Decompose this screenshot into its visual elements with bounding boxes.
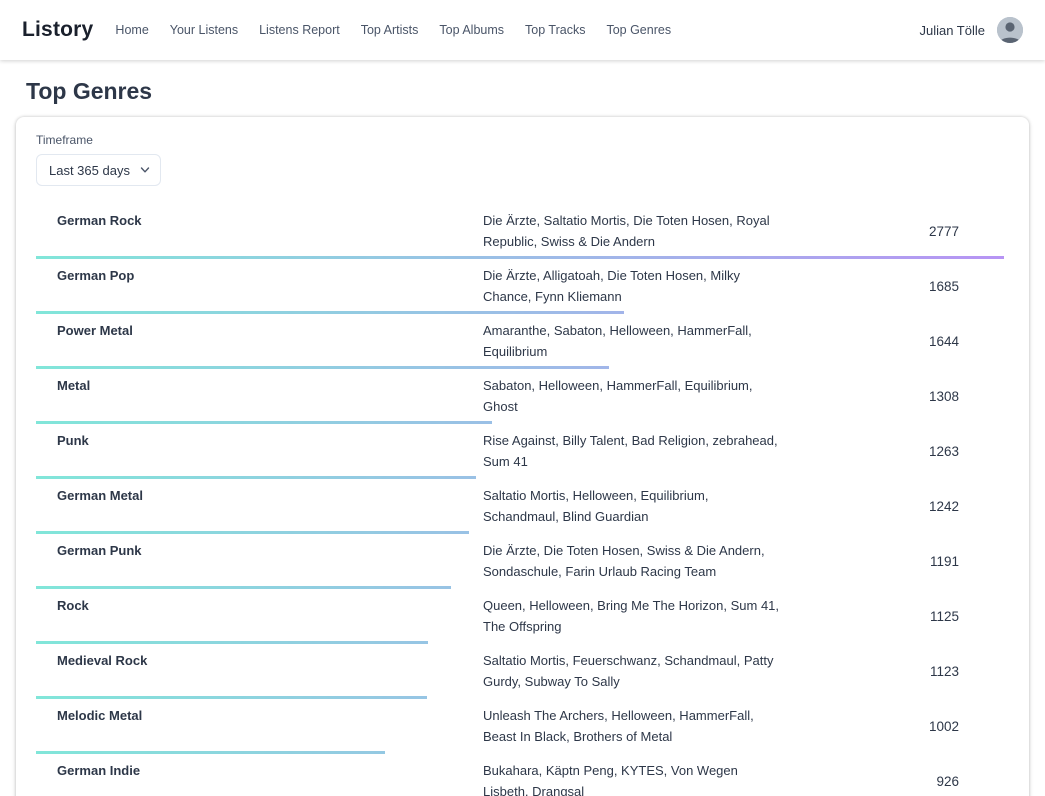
nav-link-your-listens[interactable]: Your Listens bbox=[170, 23, 238, 37]
nav-link-listens-report[interactable]: Listens Report bbox=[259, 23, 340, 37]
genre-row: Medieval Rock Saltatio Mortis, Feuerschw… bbox=[16, 644, 1029, 699]
genre-count: 1123 bbox=[930, 664, 1029, 679]
genre-row: German Indie Bukahara, Käptn Peng, KYTES… bbox=[16, 754, 1029, 796]
genre-count: 1263 bbox=[929, 444, 1029, 459]
genre-count: 1191 bbox=[930, 554, 1029, 569]
user-menu: Julian Tölle bbox=[919, 17, 1023, 43]
nav-link-top-artists[interactable]: Top Artists bbox=[361, 23, 419, 37]
genre-row: German Punk Die Ärzte, Die Toten Hosen, … bbox=[16, 534, 1029, 589]
genre-name: Metal bbox=[57, 375, 483, 396]
genre-artists: Sabaton, Helloween, HammerFall, Equilibr… bbox=[483, 375, 785, 417]
nav-link-top-tracks[interactable]: Top Tracks bbox=[525, 23, 585, 37]
timeframe-value: Last 365 days bbox=[49, 163, 130, 178]
genre-name: German Pop bbox=[57, 265, 483, 286]
genre-row: Rock Queen, Helloween, Bring Me The Hori… bbox=[16, 589, 1029, 644]
genre-artists: Bukahara, Käptn Peng, KYTES, Von Wegen L… bbox=[483, 760, 785, 796]
timeframe-label: Timeframe bbox=[36, 133, 1009, 147]
genre-artists: Die Ärzte, Die Toten Hosen, Swiss & Die … bbox=[483, 540, 785, 582]
genre-name: Punk bbox=[57, 430, 483, 451]
page-title: Top Genres bbox=[26, 78, 1045, 105]
brand-logo[interactable]: Listory bbox=[22, 18, 93, 42]
genre-row: Metal Sabaton, Helloween, HammerFall, Eq… bbox=[16, 369, 1029, 424]
genre-artists: Amaranthe, Sabaton, Helloween, HammerFal… bbox=[483, 320, 785, 362]
nav-link-home[interactable]: Home bbox=[115, 23, 148, 37]
user-avatar[interactable] bbox=[997, 17, 1023, 43]
user-name: Julian Tölle bbox=[919, 23, 985, 38]
genre-artists: Die Ärzte, Saltatio Mortis, Die Toten Ho… bbox=[483, 210, 785, 252]
genre-row: German Pop Die Ärzte, Alligatoah, Die To… bbox=[16, 259, 1029, 314]
genre-artists: Saltatio Mortis, Feuerschwanz, Schandmau… bbox=[483, 650, 785, 692]
genre-count: 1125 bbox=[930, 609, 1029, 624]
genre-count: 1002 bbox=[929, 719, 1029, 734]
genre-artists: Die Ärzte, Alligatoah, Die Toten Hosen, … bbox=[483, 265, 785, 307]
app-navbar: Listory Home Your Listens Listens Report… bbox=[0, 0, 1045, 60]
genre-count: 1242 bbox=[929, 499, 1029, 514]
avatar-image bbox=[997, 17, 1023, 43]
main-nav: Home Your Listens Listens Report Top Art… bbox=[115, 23, 671, 37]
genre-name: German Metal bbox=[57, 485, 483, 506]
genre-row: Power Metal Amaranthe, Sabaton, Hellowee… bbox=[16, 314, 1029, 369]
genre-row: German Metal Saltatio Mortis, Helloween,… bbox=[16, 479, 1029, 534]
genre-row: Melodic Metal Unleash The Archers, Hello… bbox=[16, 699, 1029, 754]
genre-count: 926 bbox=[936, 774, 1029, 789]
genre-row: German Rock Die Ärzte, Saltatio Mortis, … bbox=[16, 204, 1029, 259]
genre-name: Rock bbox=[57, 595, 483, 616]
genre-count: 1308 bbox=[929, 389, 1029, 404]
genre-artists: Unleash The Archers, Helloween, HammerFa… bbox=[483, 705, 785, 747]
genre-name: German Indie bbox=[57, 760, 483, 781]
nav-link-top-genres[interactable]: Top Genres bbox=[606, 23, 671, 37]
nav-link-top-albums[interactable]: Top Albums bbox=[439, 23, 504, 37]
top-genres-card: Timeframe Last 365 days German Rock Die … bbox=[16, 117, 1029, 796]
genre-count: 2777 bbox=[929, 224, 1029, 239]
genre-artists: Queen, Helloween, Bring Me The Horizon, … bbox=[483, 595, 785, 637]
genre-count: 1685 bbox=[929, 279, 1029, 294]
genre-name: German Punk bbox=[57, 540, 483, 561]
genre-name: German Rock bbox=[57, 210, 483, 231]
genre-name: Medieval Rock bbox=[57, 650, 483, 671]
genre-artists: Saltatio Mortis, Helloween, Equilibrium,… bbox=[483, 485, 785, 527]
genre-name: Melodic Metal bbox=[57, 705, 483, 726]
genre-name: Power Metal bbox=[57, 320, 483, 341]
chevron-down-icon bbox=[140, 165, 150, 175]
genre-row: Punk Rise Against, Billy Talent, Bad Rel… bbox=[16, 424, 1029, 479]
genre-artists: Rise Against, Billy Talent, Bad Religion… bbox=[483, 430, 785, 472]
timeframe-select[interactable]: Last 365 days bbox=[36, 154, 161, 186]
genre-count: 1644 bbox=[929, 334, 1029, 349]
timeframe-control: Timeframe Last 365 days bbox=[16, 133, 1029, 188]
genre-table: German Rock Die Ärzte, Saltatio Mortis, … bbox=[16, 204, 1029, 796]
